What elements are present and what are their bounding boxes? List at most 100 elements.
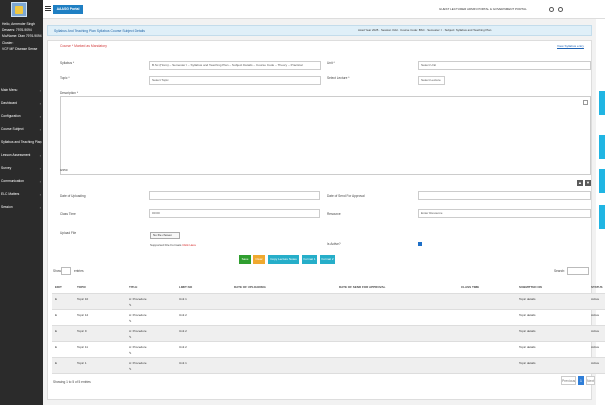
sidebar-item-syllabus[interactable]: Syllabus and Teaching Plan [0, 136, 43, 149]
click-here-link[interactable]: Click Here [182, 243, 196, 247]
cell-submitted: Topic details [516, 325, 588, 342]
previous-page-button[interactable]: Previous [561, 376, 576, 385]
cell-submitted: Topic details [516, 309, 588, 326]
edit-link[interactable]: E [52, 325, 74, 342]
page-1-button[interactable]: 1 [578, 376, 584, 385]
cell-status: Active [588, 309, 605, 326]
hamburger-icon[interactable] [45, 6, 51, 11]
class-time-label: Class Time [60, 212, 76, 216]
search-label: Search: [554, 269, 565, 273]
char-count: 0/250 [60, 168, 68, 172]
clear-button[interactable]: Clear [253, 255, 265, 264]
is-active-checkbox[interactable] [418, 242, 422, 246]
side-tab-3[interactable] [599, 169, 605, 193]
cell-submitted: Topic details [516, 357, 588, 374]
user-info: Hello, Amrender Singh Dessers: 7976-9094… [2, 21, 42, 52]
pencil-icon[interactable]: ✎ [129, 319, 176, 323]
sidebar-item-configuration[interactable]: Configuration [0, 110, 43, 123]
search-input[interactable] [567, 267, 589, 275]
next-page-button[interactable]: Next [586, 376, 595, 385]
side-tab-4[interactable] [599, 205, 605, 229]
date-approval-input[interactable] [418, 191, 591, 200]
supported-formats: Supported File Formats Click Here [150, 243, 196, 247]
resource-input[interactable]: Enter Resource [418, 209, 591, 218]
description-editor[interactable] [60, 96, 591, 175]
sidebar-item-elc-matters[interactable]: ELC Matters [0, 188, 43, 201]
portal-link[interactable]: GUEST LECTURER ADMIN PORTAL & GOVERNMENT… [439, 7, 527, 11]
show-label: Show [53, 269, 61, 273]
edit-link[interactable]: E [52, 293, 74, 310]
cell-topic: Topic 1 [74, 357, 126, 374]
syllabus-select[interactable]: B.Sc (Hons) – Semester I – Syllabus and … [149, 61, 321, 70]
sidebar: Hello, Amrender Singh Dessers: 7976-9094… [0, 0, 43, 405]
header-date-approval[interactable]: DATE OF SEND FOR APPROVAL [336, 281, 458, 294]
format-2-button[interactable]: Format 2 [320, 255, 335, 264]
arrow-down-button[interactable]: ▼ [585, 180, 591, 186]
cell-status: Active [588, 325, 605, 342]
sidebar-item-assessment[interactable]: Lesson Assessment [0, 149, 43, 162]
date-uploading-input[interactable] [149, 191, 320, 200]
view-syllabus-link[interactable]: View Syllabus entry [557, 44, 584, 48]
pencil-icon[interactable]: ✎ [129, 303, 176, 307]
header-class-time[interactable]: CLASS TIME [458, 281, 516, 294]
header-submitted[interactable]: SUBMITTED ON [516, 281, 588, 294]
file-chooser[interactable]: No file chosen [150, 232, 180, 239]
resource-label: Resource [327, 212, 341, 216]
brand-label[interactable]: AAASG Portal [53, 5, 83, 14]
cell-title: A: Procedure ✎ [126, 325, 176, 342]
header-date-uploading[interactable]: DATE OF UPLOADING [231, 281, 336, 294]
cell-title: A: Procedure ✎ [126, 293, 176, 310]
cell-limit: Unit 1 [176, 293, 231, 310]
header-edit[interactable]: EDIT [52, 281, 74, 294]
side-tab-1[interactable] [599, 91, 605, 115]
sidebar-item-session[interactable]: Session [0, 201, 43, 214]
title-text: A: Procedure [129, 328, 147, 333]
pencil-icon[interactable]: ✎ [129, 351, 176, 355]
cell-limit: Unit 2 [176, 325, 231, 342]
home-icon[interactable] [549, 7, 554, 12]
topic-select[interactable]: Select Topic [149, 76, 321, 85]
header-title[interactable]: TITLE [126, 281, 176, 294]
cell-date-approval [336, 325, 458, 342]
cell-date-uploading [231, 309, 336, 326]
unit-select[interactable]: Select Unit [418, 61, 591, 70]
cell-class-time [458, 325, 516, 342]
cell-topic: Topic 12 [74, 309, 126, 326]
sidebar-item-dashboard[interactable]: Dashboard [0, 97, 43, 110]
edit-link[interactable]: E [52, 357, 74, 374]
date-uploading-label: Date of Uploading [60, 194, 86, 198]
header-limit[interactable]: LIMIT NO [176, 281, 231, 294]
cell-topic: Topic 10 [74, 293, 126, 310]
edit-link[interactable]: E [52, 341, 74, 358]
date-approval-label: Date of Send For Approval [327, 194, 365, 198]
cell-class-time [458, 357, 516, 374]
power-icon[interactable] [558, 7, 563, 12]
lecture-select[interactable]: Select Lecture [418, 76, 445, 85]
sidebar-item-communication[interactable]: Communication [0, 175, 43, 188]
side-tab-2[interactable] [599, 135, 605, 159]
title-text: A: Procedure [129, 312, 147, 317]
arrow-up-button[interactable]: ▲ [577, 180, 583, 186]
format-1-button[interactable]: Format 1 [302, 255, 317, 264]
cell-topic: Topic 11 [74, 341, 126, 358]
cell-status: Active [588, 357, 605, 374]
save-button[interactable]: Save [239, 255, 251, 264]
sidebar-item-main-menu[interactable]: Main Menu [0, 84, 43, 97]
class-time-input[interactable]: 00:00 [149, 209, 320, 218]
pencil-icon[interactable]: ✎ [129, 335, 176, 339]
cell-date-uploading [231, 293, 336, 310]
header-status[interactable]: STATUS [588, 281, 605, 294]
cell-date-uploading [231, 357, 336, 374]
sidebar-item-survey[interactable]: Survey [0, 162, 43, 175]
cell-status: Active [588, 341, 605, 358]
syllabus-label: Syllabus * [60, 61, 75, 65]
header-topic[interactable]: TOPIC [74, 281, 126, 294]
copy-lecture-notes-button[interactable]: Copy Lecture Notes [268, 255, 299, 264]
table-row: E Topic 10 A: Procedure ✎ Unit 1 Topic de… [52, 293, 605, 310]
entries-select[interactable] [61, 267, 71, 275]
sidebar-item-course-subject[interactable]: Course Subject [0, 123, 43, 136]
select-lecture-label: Select Lecture * [327, 76, 350, 80]
cell-limit: Unit 2 [176, 341, 231, 358]
edit-link[interactable]: E [52, 309, 74, 326]
pencil-icon[interactable]: ✎ [129, 367, 176, 371]
